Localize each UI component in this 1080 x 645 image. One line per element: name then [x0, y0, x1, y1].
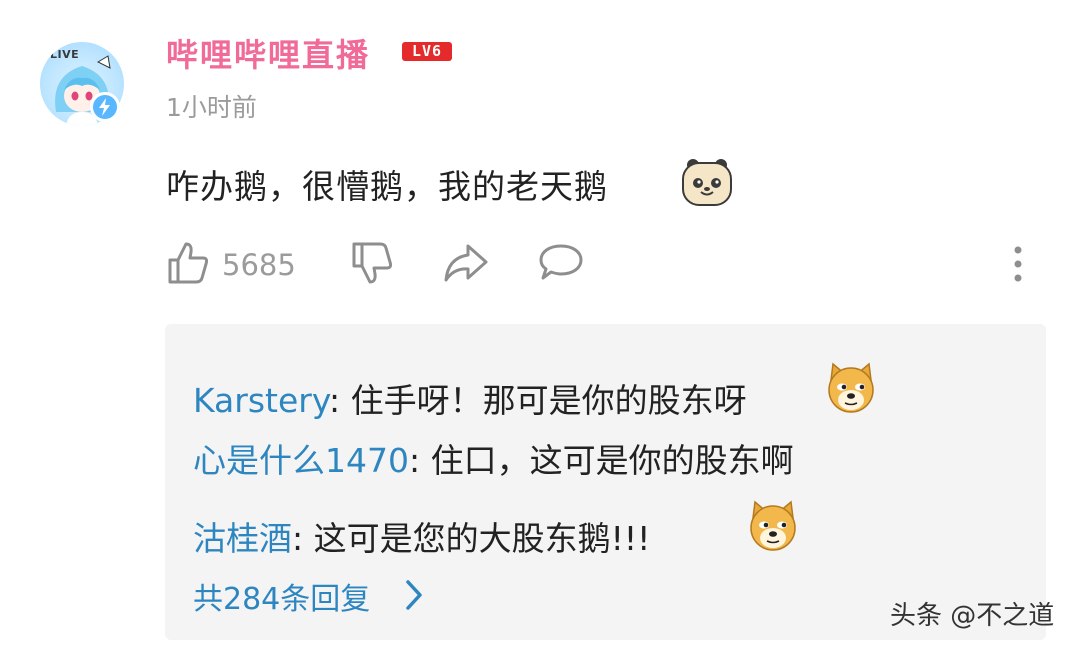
- action-bar: 5685: [0, 240, 1080, 290]
- reply-item[interactable]: Karstery: 住手呀！那可是你的股东呀: [193, 374, 747, 422]
- chevron-right-icon[interactable]: [403, 578, 425, 616]
- reply-separator: :: [292, 519, 314, 558]
- reply-text: 这可是您的大股东鹅!!!: [313, 519, 651, 558]
- comment-icon[interactable]: [537, 240, 585, 290]
- like-count: 5685: [222, 248, 296, 282]
- author-name[interactable]: 哔哩哔哩直播: [166, 30, 370, 76]
- reply-preview-box[interactable]: Karstery: 住手呀！那可是你的股东呀 心是什么1470: 住口，这可是你…: [165, 324, 1046, 640]
- watermark: 头条 @不之道: [890, 601, 1055, 631]
- level-badge: LV6: [402, 42, 452, 61]
- reply-author[interactable]: Karstery: [193, 381, 329, 420]
- more-vertical-icon[interactable]: [1010, 244, 1026, 288]
- reply-separator: :: [408, 441, 431, 480]
- reply-item[interactable]: 沽桂酒: 这可是您的大股东鹅!!!: [193, 512, 650, 560]
- doge-emoji: [745, 498, 801, 558]
- reply-author[interactable]: 沽桂酒: [193, 519, 292, 558]
- bear-face-emoji: [679, 157, 735, 213]
- reply-separator: :: [328, 381, 351, 420]
- comment-page: LIVE 哔哩哔哩直播 LV6 1小时前 咋办鹅，很懵鹅，我的老天鹅 5685 …: [0, 0, 1080, 645]
- reply-text: 住口，这可是你的股东啊: [430, 441, 794, 480]
- view-all-replies-link[interactable]: 共284条回复: [193, 574, 370, 618]
- thumbs-down-icon[interactable]: [350, 240, 394, 290]
- thumbs-up-icon[interactable]: [166, 240, 210, 290]
- comment-time: 1小时前: [166, 93, 257, 122]
- reply-item[interactable]: 心是什么1470: 住口，这可是你的股东啊: [193, 434, 794, 482]
- doge-emoji: [823, 360, 879, 420]
- reply-text: 住手呀！那可是你的股东呀: [350, 381, 747, 420]
- reply-author[interactable]: 心是什么1470: [193, 441, 409, 480]
- comment-text: 咋办鹅，很懵鹅，我的老天鹅: [166, 167, 608, 206]
- share-icon[interactable]: [442, 240, 490, 290]
- live-tag: LIVE: [50, 48, 80, 61]
- verified-lightning-icon: [90, 92, 120, 122]
